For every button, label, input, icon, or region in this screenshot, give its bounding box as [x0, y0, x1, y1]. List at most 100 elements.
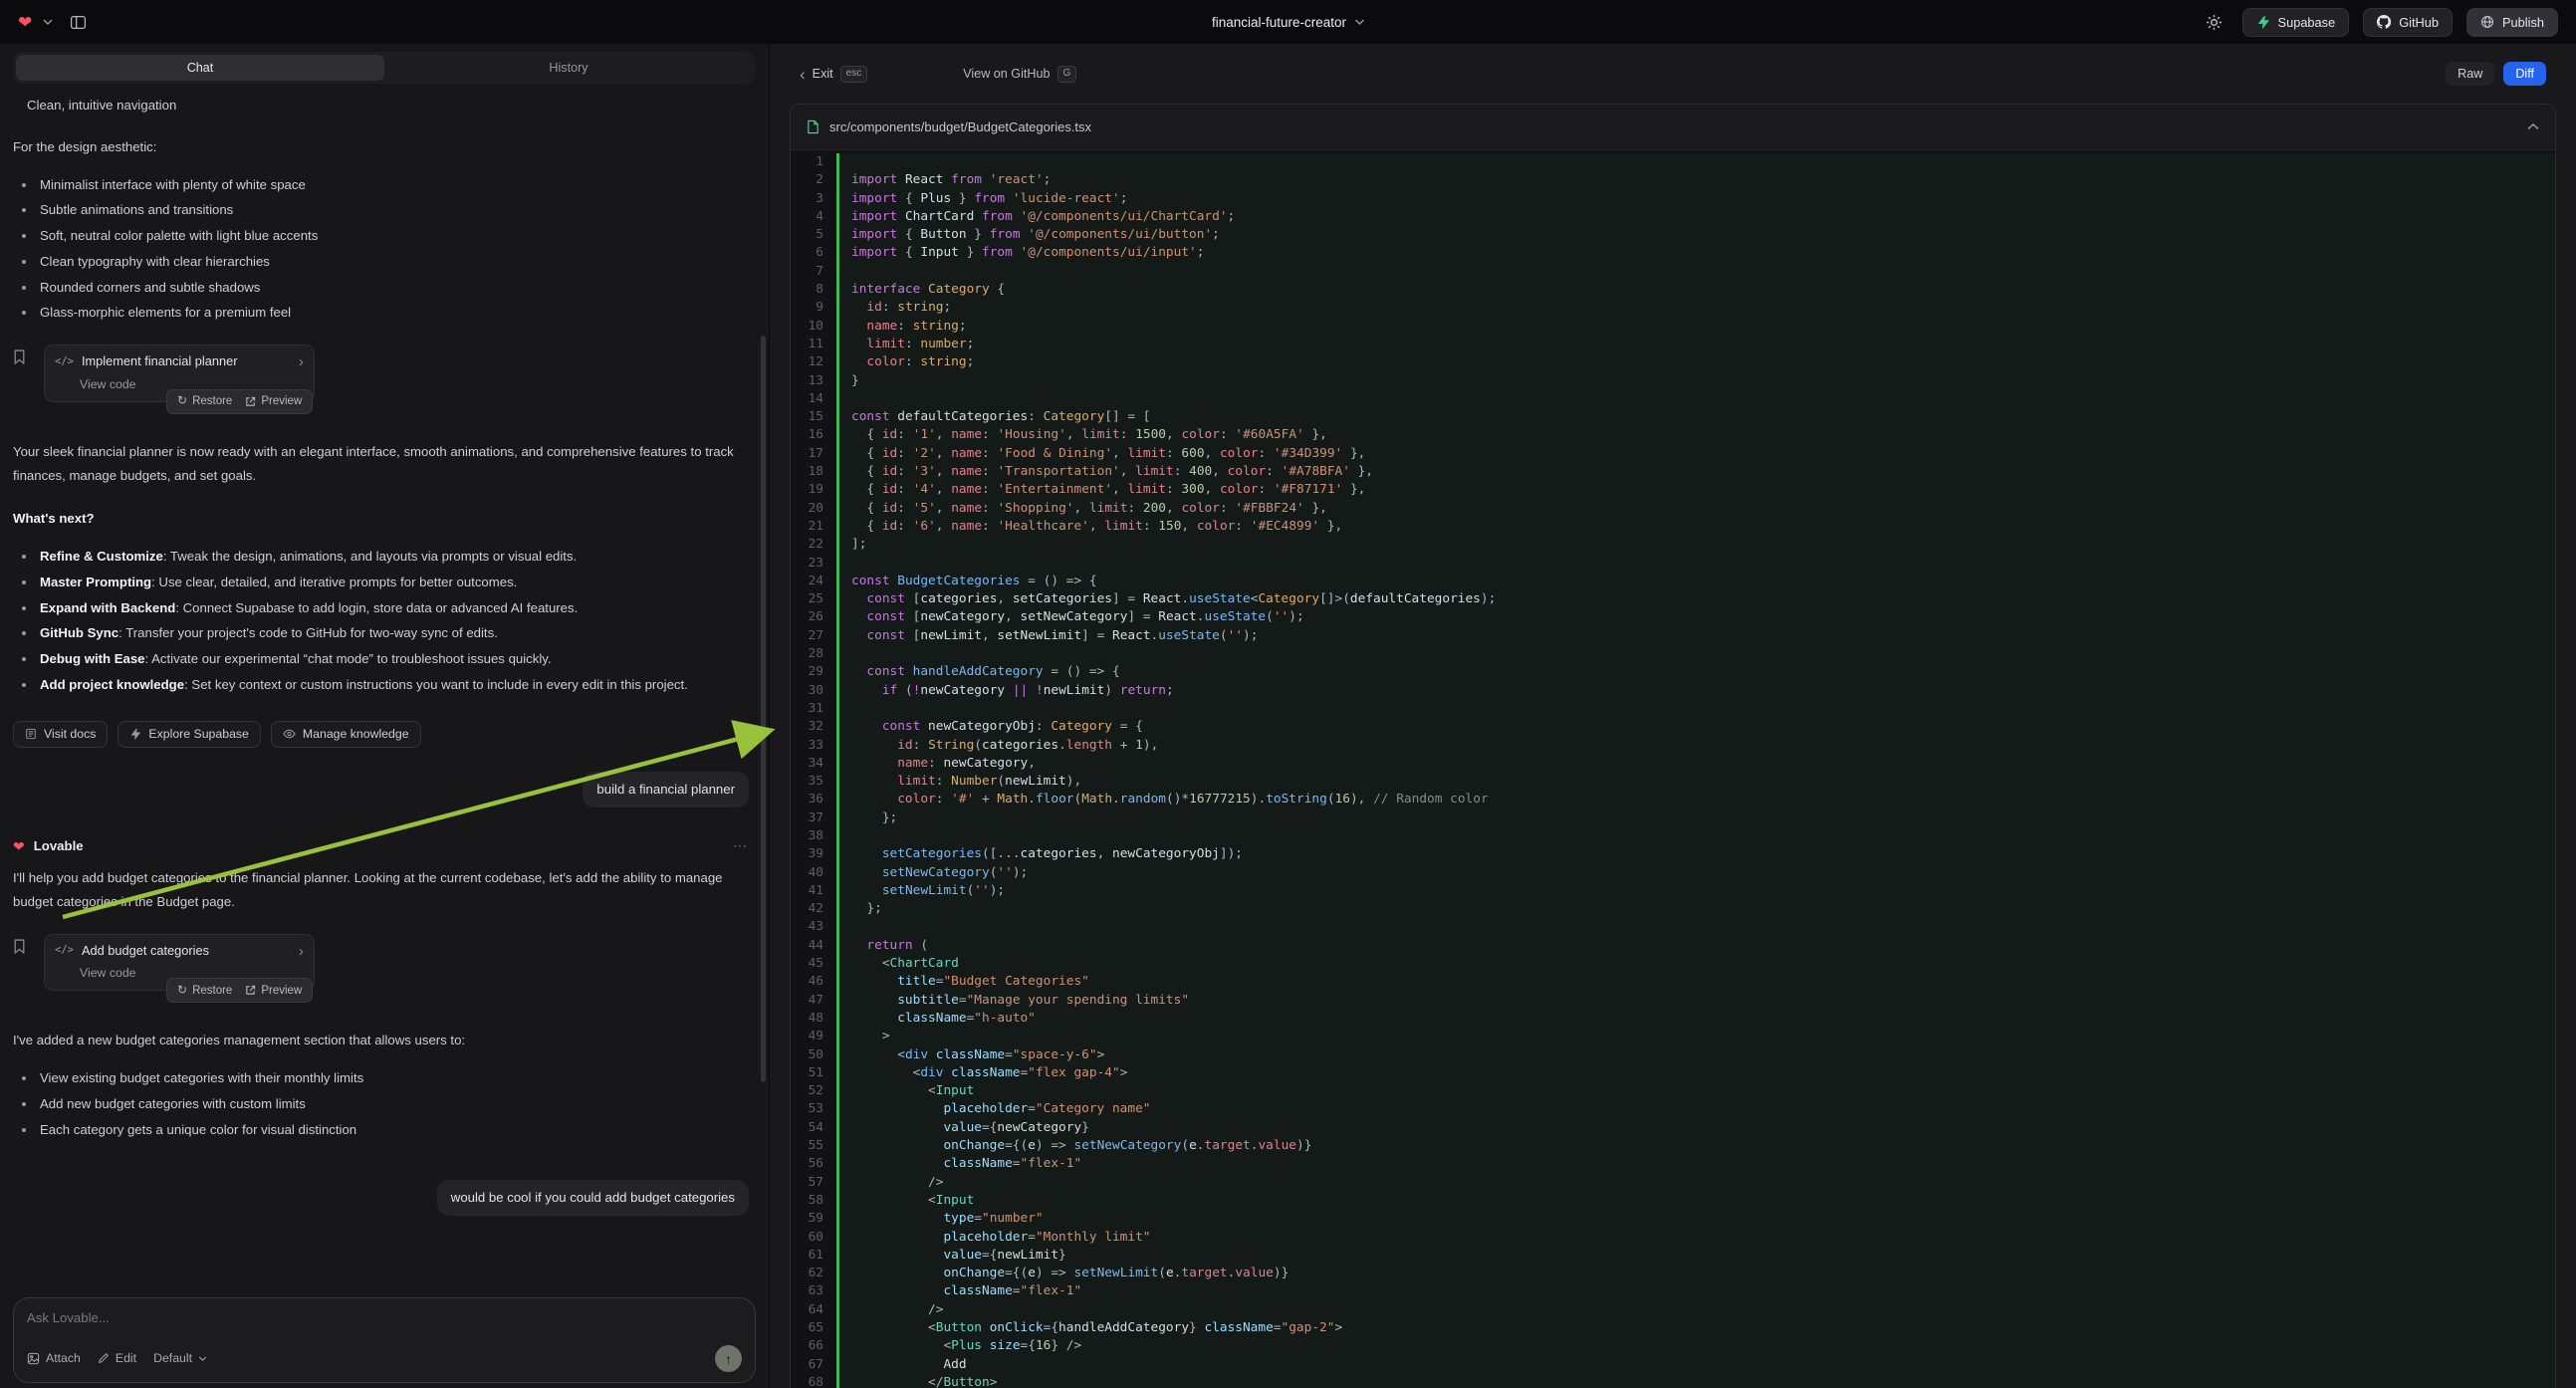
settings-gear-icon[interactable]	[2201, 8, 2228, 36]
code-icon: </>	[55, 355, 74, 369]
mode-selector[interactable]: Default	[153, 1352, 207, 1364]
code-line: 68 </Button>	[791, 1374, 2555, 1388]
list-item: Refine & Customize: Tweak the design, an…	[13, 545, 749, 569]
raw-toggle-button[interactable]: Raw	[2446, 62, 2494, 86]
collapse-chevron-up-icon[interactable]	[2527, 123, 2539, 130]
tab-chat[interactable]: Chat	[16, 55, 384, 81]
code-lines[interactable]: 12import React from 'react';3import { Pl…	[791, 150, 2555, 1388]
lovable-avatar-icon: ❤	[13, 839, 25, 853]
code-line: 57 />	[791, 1174, 2555, 1192]
sidebar-toggle-icon[interactable]	[64, 8, 92, 36]
code-line: 41 setNewLimit('');	[791, 882, 2555, 900]
code-line: 42 };	[791, 900, 2555, 918]
code-toolbar: ‹ Exit esc View on GitHub G Raw Diff	[790, 44, 2556, 104]
view-on-github-button[interactable]: View on GitHub G	[963, 66, 1076, 83]
code-line: 48 className="h-auto"	[791, 1010, 2555, 1028]
assistant-paragraph: Your sleek financial planner is now read…	[13, 440, 749, 488]
attach-button[interactable]: Attach	[27, 1352, 81, 1365]
code-line: 29 const handleAddCategory = () => {	[791, 663, 2555, 681]
code-line: 49 >	[791, 1028, 2555, 1045]
topbar: ❤ financial-future-creator Supabase GitH…	[0, 0, 2576, 44]
edit-card-implement-planner[interactable]: </> Implement financial planner › View c…	[44, 345, 315, 402]
logo-chevron-down-icon[interactable]	[43, 19, 53, 25]
edit-card-add-budget-categories[interactable]: </> Add budget categories › View code ↻ …	[44, 934, 315, 992]
preview-button[interactable]: Preview	[245, 391, 302, 412]
code-line: 9 id: string;	[791, 299, 2555, 317]
bookmark-icon[interactable]	[13, 934, 35, 992]
supabase-bolt-icon	[129, 728, 141, 740]
chevron-right-icon: ›	[299, 944, 304, 959]
assistant-paragraph: I've added a new budget categories manag…	[13, 1029, 749, 1052]
code-line: 28	[791, 645, 2555, 663]
code-line: 27 const [newLimit, setNewLimit] = React…	[791, 627, 2555, 645]
code-line: 2import React from 'react';	[791, 171, 2555, 189]
list-item: Add new budget categories with custom li…	[13, 1092, 749, 1116]
edit-card-group: </> Implement financial planner › View c…	[13, 345, 749, 402]
chat-scrollbar[interactable]	[761, 336, 766, 1082]
code-line: 62 onChange={(e) => setNewLimit(e.target…	[791, 1265, 2555, 1282]
visit-docs-button[interactable]: Visit docs	[13, 721, 108, 748]
bullet-lead: Master Prompting	[40, 575, 151, 589]
globe-icon	[2480, 15, 2494, 29]
code-line: 50 <div className="space-y-6">	[791, 1046, 2555, 1064]
supabase-label: Supabase	[2278, 15, 2336, 30]
supabase-button[interactable]: Supabase	[2242, 8, 2350, 37]
chat-input[interactable]	[27, 1310, 742, 1325]
code-line: 30 if (!newCategory || !newLimit) return…	[791, 682, 2555, 700]
code-line: 61 value={newLimit}	[791, 1247, 2555, 1265]
code-line: 16 { id: '1', name: 'Housing', limit: 15…	[791, 426, 2555, 444]
code-line: 22];	[791, 536, 2555, 554]
github-shortcut-badge: G	[1057, 66, 1077, 83]
code-line: 3import { Plus } from 'lucide-react';	[791, 190, 2555, 208]
code-line: 63 className="flex-1"	[791, 1282, 2555, 1300]
edit-mode-button[interactable]: Edit	[98, 1352, 136, 1364]
code-line: 53 placeholder="Category name"	[791, 1100, 2555, 1118]
edit-card-group: </> Add budget categories › View code ↻ …	[13, 934, 749, 992]
edit-card-title: Implement financial planner	[82, 353, 238, 370]
explore-supabase-button[interactable]: Explore Supabase	[117, 721, 261, 748]
code-line: 65 <Button onClick={handleAddCategory} c…	[791, 1319, 2555, 1337]
restore-button[interactable]: ↻ Restore	[177, 390, 232, 412]
list-item: Minimalist interface with plenty of whit…	[13, 173, 749, 197]
manage-knowledge-button[interactable]: Manage knowledge	[271, 721, 421, 748]
code-icon: </>	[55, 944, 74, 958]
code-line: 47 subtitle="Manage your spending limits…	[791, 992, 2555, 1010]
publish-button[interactable]: Publish	[2466, 8, 2558, 37]
external-link-icon	[245, 396, 256, 407]
tab-history[interactable]: History	[384, 55, 753, 81]
list-item: Add project knowledge: Set key context o…	[13, 673, 749, 697]
message-options-icon[interactable]: ⋯	[733, 833, 749, 858]
edit-label: Edit	[116, 1352, 136, 1364]
list-item: GitHub Sync: Transfer your project's cod…	[13, 621, 749, 645]
lovable-logo-icon[interactable]: ❤	[18, 14, 32, 31]
whats-next-list: Refine & Customize: Tweak the design, an…	[13, 545, 749, 697]
preview-button[interactable]: Preview	[245, 981, 302, 1002]
bullet-lead: GitHub Sync	[40, 625, 118, 640]
github-button[interactable]: GitHub	[2363, 8, 2453, 37]
code-line: 6import { Input } from '@/components/ui/…	[791, 244, 2555, 262]
file-header[interactable]: src/components/budget/BudgetCategories.t…	[791, 105, 2555, 150]
code-line: 20 { id: '5', name: 'Shopping', limit: 2…	[791, 500, 2555, 518]
edit-card-toolbar: ↻ Restore Preview	[166, 389, 313, 414]
diff-toggle-button[interactable]: Diff	[2503, 62, 2546, 86]
preview-label: Preview	[261, 391, 302, 412]
code-panel: ‹ Exit esc View on GitHub G Raw Diff src…	[769, 44, 2576, 1388]
bullet-text: : Set key context or custom instructions…	[184, 677, 688, 692]
pencil-icon	[98, 1352, 110, 1364]
project-selector[interactable]: financial-future-creator	[1212, 15, 1364, 30]
restore-label: Restore	[192, 981, 232, 1002]
code-line: 56 className="flex-1"	[791, 1155, 2555, 1173]
code-line: 38	[791, 827, 2555, 845]
restore-button[interactable]: ↻ Restore	[177, 980, 232, 1002]
code-line: 18 { id: '3', name: 'Transportation', li…	[791, 463, 2555, 481]
assistant-paragraph: I'll help you add budget categories to t…	[13, 866, 749, 914]
send-button[interactable]: ↑	[715, 1345, 742, 1372]
bookmark-icon[interactable]	[13, 345, 35, 402]
code-line: 14	[791, 390, 2555, 408]
code-line: 5import { Button } from '@/components/ui…	[791, 226, 2555, 244]
chat-messages[interactable]: Clean, intuitive navigation For the desi…	[0, 84, 769, 1289]
code-line: 26 const [newCategory, setNewCategory] =…	[791, 608, 2555, 626]
exit-button[interactable]: ‹ Exit esc	[800, 66, 867, 83]
bullet-text: : Connect Supabase to add login, store d…	[175, 600, 578, 615]
list-item: Expand with Backend: Connect Supabase to…	[13, 596, 749, 620]
